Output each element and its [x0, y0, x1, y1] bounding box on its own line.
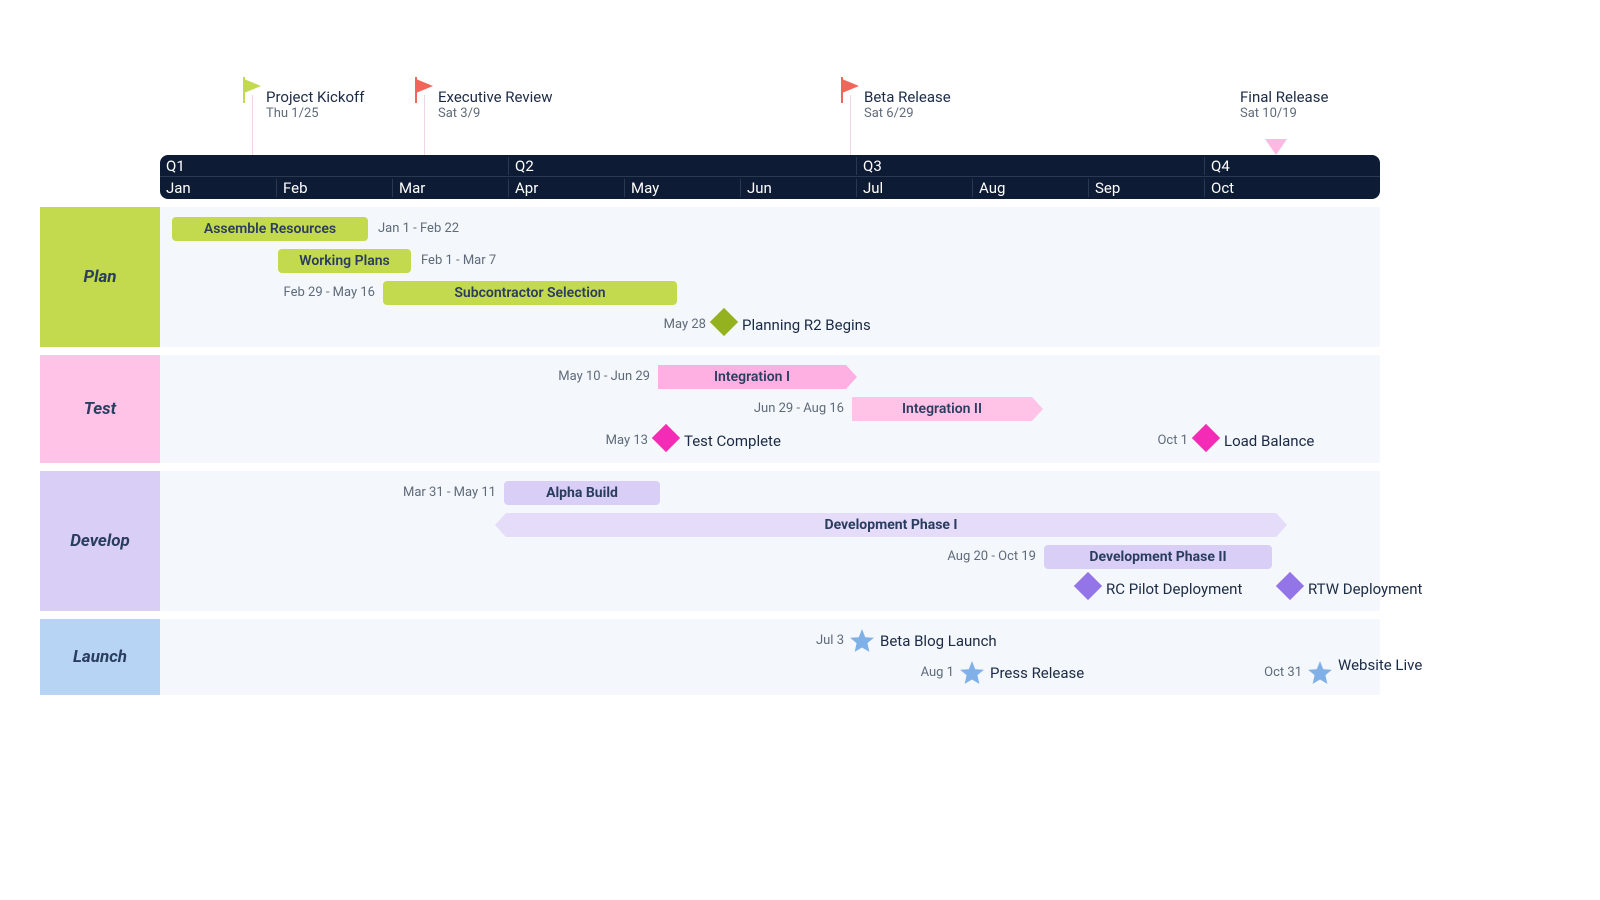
event-label: RTW Deployment: [1308, 573, 1422, 605]
lane-test: TestIntegration IMay 10 - Jun 29Integrat…: [160, 355, 1380, 463]
month-label: May: [624, 179, 740, 197]
task-daterange: Feb 1 - Mar 7: [421, 245, 496, 277]
lane-row: Jul 3 Beta Blog Launch: [160, 625, 1380, 657]
lane-plan: PlanAssemble ResourcesJan 1 - Feb 22Work…: [160, 207, 1380, 347]
milestone-flag: [1263, 137, 1289, 157]
month-label: Feb: [276, 179, 392, 197]
event-date: Aug 1: [921, 657, 954, 689]
event-label: Load Balance: [1224, 425, 1314, 457]
lane-row: Integration II Jun 29 - Aug 16: [160, 393, 1380, 425]
milestone-label: Project KickoffThu 1/25: [266, 88, 364, 121]
star-icon: [959, 660, 985, 690]
task-daterange: Jun 29 - Aug 16: [754, 393, 844, 425]
lane-row: Integration I May 10 - Jun 29: [160, 361, 1380, 393]
lane-row: Subcontractor Selection Feb 29 - May 16: [160, 277, 1380, 309]
lane-row: Aug 1Press ReleaseOct 31Website Live: [160, 657, 1380, 689]
lane-row: Alpha Build Mar 31 - May 11: [160, 477, 1380, 509]
milestone-flag: [241, 77, 263, 103]
lane-launch: LaunchJul 3Beta Blog LaunchAug 1Press Re…: [160, 619, 1380, 695]
task-bar: Development Phase II: [1044, 545, 1272, 569]
task-bar: Working Plans: [278, 249, 411, 273]
month-label: Oct: [1204, 179, 1320, 197]
month-label: Jan: [160, 179, 276, 197]
quarter-label: Q3: [856, 157, 1204, 175]
task-daterange: Aug 20 - Oct 19: [947, 541, 1036, 573]
task-daterange: Feb 29 - May 16: [284, 277, 375, 309]
lane-label: Test: [40, 355, 160, 463]
task-bar: Development Phase I: [506, 513, 1276, 537]
diamond-icon: [652, 424, 680, 452]
diamond-icon: [1074, 572, 1102, 600]
event-label: RC Pilot Deployment: [1106, 573, 1242, 605]
task-bar: Integration II: [852, 397, 1032, 421]
lane-row: RC Pilot DeploymentRTW Deployment: [160, 573, 1380, 605]
milestone-label: Executive ReviewSat 3/9: [438, 88, 553, 121]
milestone-flag: [413, 77, 435, 103]
lane-row: Development Phase II Aug 20 - Oct 19: [160, 541, 1380, 573]
event-label: Beta Blog Launch: [880, 625, 997, 657]
diamond-icon: [1192, 424, 1220, 452]
task-bar: Integration I: [658, 365, 846, 389]
task-daterange: Jan 1 - Feb 22: [378, 213, 459, 245]
milestone-label: Beta ReleaseSat 6/29: [864, 88, 951, 121]
lane-row: Working Plans Feb 1 - Mar 7: [160, 245, 1380, 277]
task-bar: Alpha Build: [504, 481, 660, 505]
lane-label: Plan: [40, 207, 160, 347]
event-date: Oct 31: [1264, 657, 1302, 689]
diamond-icon: [710, 308, 738, 336]
event-date: May 28: [664, 309, 706, 341]
event-date: May 13: [606, 425, 648, 457]
month-label: Jun: [740, 179, 856, 197]
task-daterange: Mar 31 - May 11: [403, 477, 496, 509]
diamond-icon: [1276, 572, 1304, 600]
event-label: Planning R2 Begins: [742, 309, 871, 341]
star-icon: [849, 628, 875, 658]
quarter-label: Q1: [160, 157, 508, 175]
month-label: Apr: [508, 179, 624, 197]
lane-label: Launch: [40, 619, 160, 695]
month-label: Jul: [856, 179, 972, 197]
task-bar: Subcontractor Selection: [383, 281, 677, 305]
event-date: Oct 1: [1157, 425, 1188, 457]
lane-row: Development Phase I: [160, 509, 1380, 541]
milestone-strip: Project KickoffThu 1/25 Executive ReviewS…: [160, 60, 1380, 155]
timeline-header: Q1Q2Q3Q4 JanFebMarAprMayJunJulAugSepOct: [160, 155, 1380, 199]
event-label: Test Complete: [684, 425, 781, 457]
milestone-label: Final ReleaseSat 10/19: [1240, 88, 1328, 121]
gantt-chart: Project KickoffThu 1/25 Executive ReviewS…: [160, 60, 1380, 695]
milestone-flag: [839, 77, 861, 103]
month-label: Mar: [392, 179, 508, 197]
lane-row: Assemble Resources Jan 1 - Feb 22: [160, 213, 1380, 245]
task-bar: Assemble Resources: [172, 217, 368, 241]
month-label: Sep: [1088, 179, 1204, 197]
event-label: Press Release: [990, 657, 1084, 689]
lane-label: Develop: [40, 471, 160, 611]
task-daterange: May 10 - Jun 29: [558, 361, 650, 393]
star-icon: [1307, 660, 1333, 690]
lane-row: May 13 Test Complete Oct 1 Load Balance: [160, 425, 1380, 457]
lane-develop: DevelopAlpha BuildMar 31 - May 11Develop…: [160, 471, 1380, 611]
month-label: Aug: [972, 179, 1088, 197]
quarter-label: Q2: [508, 157, 856, 175]
event-label: Website Live: [1338, 657, 1408, 673]
event-date: Jul 3: [816, 625, 844, 657]
quarter-label: Q4: [1204, 157, 1320, 175]
lane-row: May 28 Planning R2 Begins: [160, 309, 1380, 341]
